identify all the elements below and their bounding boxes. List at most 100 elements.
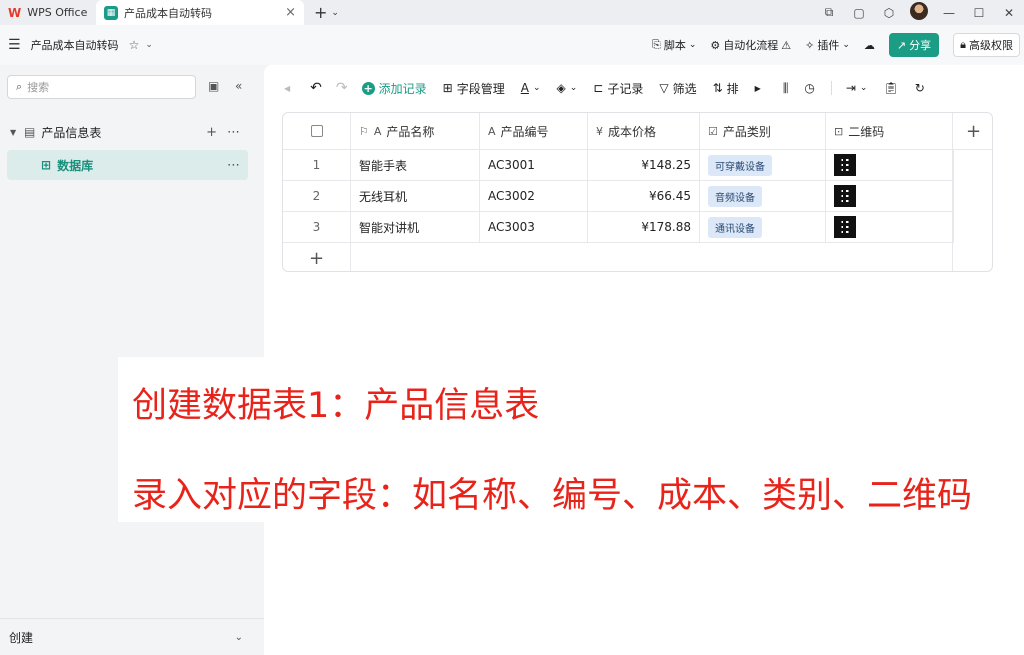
row-index: 3: [283, 212, 351, 243]
more-toolbar-arrow-icon[interactable]: ▶: [755, 84, 761, 93]
plugin-icon: ✧: [805, 38, 815, 52]
chevron-down-icon: ⌄: [842, 40, 850, 50]
add-row-button[interactable]: +: [283, 243, 351, 271]
add-row-bar: +: [283, 243, 992, 271]
row-index: 2: [283, 181, 351, 212]
chevron-down-icon[interactable]: ⌄: [145, 40, 153, 50]
category-tag: 可穿戴设备: [708, 154, 772, 176]
toolbar-divider: [830, 81, 832, 95]
sort-button[interactable]: ⇅ 排: [713, 80, 739, 97]
export-button[interactable]: ⇥ ⌄: [846, 81, 868, 95]
document-title[interactable]: 产品成本自动转码: [31, 37, 119, 53]
sort-label: 排: [726, 81, 739, 96]
layout-icon[interactable]: ▢: [844, 6, 874, 20]
fill-color-button[interactable]: ◈ ⌄: [556, 81, 577, 95]
refresh-icon[interactable]: ↻: [915, 81, 925, 95]
cell-category[interactable]: 音频设备: [700, 181, 826, 212]
redo-icon[interactable]: ↷: [336, 80, 348, 96]
history-icon[interactable]: ◷: [804, 81, 814, 95]
double-chevron-left-icon[interactable]: «: [235, 79, 242, 93]
more-icon[interactable]: ⋯: [227, 158, 240, 173]
cell-code[interactable]: AC3002: [480, 181, 588, 212]
text-color-button[interactable]: A ⌄: [521, 81, 541, 95]
hamburger-menu-icon[interactable]: ☰: [8, 37, 21, 53]
cell-price[interactable]: ¥66.45: [588, 181, 700, 212]
cell-code[interactable]: AC3003: [480, 212, 588, 243]
column-header-qrcode[interactable]: ⊡ 二维码: [826, 113, 953, 150]
search-icon: ⌕: [16, 80, 23, 93]
collapse-panel-icon[interactable]: ▣: [208, 79, 219, 93]
cell-qrcode[interactable]: [826, 212, 953, 243]
new-tab-button[interactable]: + ⌄: [314, 0, 339, 25]
share-label: 分享: [909, 39, 932, 52]
tab-document[interactable]: ▦ 产品成本自动转码 ×: [96, 0, 304, 25]
clipboard-icon[interactable]: 📋︎: [883, 81, 898, 95]
cell-qrcode[interactable]: [826, 181, 953, 212]
robot-icon: ⚙: [710, 38, 721, 52]
close-window-icon[interactable]: ✕: [994, 6, 1024, 20]
table-row[interactable]: 2 无线耳机 AC3002 ¥66.45 音频设备: [283, 181, 992, 212]
chevron-down-icon: ⌄: [234, 631, 243, 643]
search-placeholder: 搜索: [27, 81, 50, 94]
create-button[interactable]: 创建 ⌄: [0, 618, 264, 655]
table-row[interactable]: 3 智能对讲机 AC3003 ¥178.88 通讯设备: [283, 212, 992, 243]
add-column-button[interactable]: +: [953, 113, 992, 150]
script-button[interactable]: ⎘ 脚本 ⌄: [652, 37, 696, 53]
add-record-button[interactable]: + 添加记录: [361, 80, 427, 97]
user-avatar[interactable]: [904, 2, 934, 23]
cell-name[interactable]: 智能手表: [351, 150, 480, 181]
cell-name[interactable]: 无线耳机: [351, 181, 480, 212]
sidebar-item-product-table[interactable]: ▼ ▤ 产品信息表 + ⋯: [7, 117, 248, 147]
filter-label: 筛选: [672, 81, 697, 96]
text-field-icon: A: [373, 124, 382, 138]
minimize-icon[interactable]: —: [934, 6, 964, 20]
fields-icon: ⊞: [442, 81, 453, 95]
collapse-arrow-icon[interactable]: ◀: [284, 84, 290, 93]
automation-button[interactable]: ⚙ 自动化流程 ⚠: [710, 37, 791, 53]
select-all-checkbox[interactable]: [283, 113, 351, 150]
close-tab-icon[interactable]: ×: [285, 5, 296, 20]
search-input[interactable]: ⌕ 搜索: [7, 75, 196, 99]
maximize-icon[interactable]: ☐: [964, 6, 994, 20]
tab-wps-home[interactable]: W WPS Office: [0, 0, 96, 25]
cell-price[interactable]: ¥148.25: [588, 150, 700, 181]
undo-icon[interactable]: ↶: [310, 80, 322, 96]
plugins-button[interactable]: ✧ 插件 ⌄: [805, 37, 850, 53]
cell-qrcode[interactable]: [826, 150, 953, 181]
column-header-category[interactable]: ☑ 产品类别: [700, 113, 826, 150]
star-icon[interactable]: ☆: [129, 38, 140, 52]
more-icon[interactable]: ⋯: [227, 125, 240, 140]
table-row[interactable]: 1 智能手表 AC3001 ¥148.25 可穿戴设备: [283, 150, 992, 181]
cell-price[interactable]: ¥178.88: [588, 212, 700, 243]
plugins-label: 插件: [817, 39, 840, 52]
filter-button[interactable]: ▽ 筛选: [659, 80, 696, 97]
row-index: 1: [283, 150, 351, 181]
cell-category[interactable]: 通讯设备: [700, 212, 826, 243]
field-manage-button[interactable]: ⊞ 字段管理: [443, 80, 505, 97]
column-header-price[interactable]: ¥ 成本价格: [588, 113, 700, 150]
column-label: 产品名称: [386, 124, 435, 139]
share-button[interactable]: ↗ 分享: [888, 33, 940, 57]
caret-down-icon[interactable]: ▼: [10, 128, 20, 137]
cell-category[interactable]: 可穿戴设备: [700, 150, 826, 181]
document-bar: ☰ 产品成本自动转码 ☆ ⌄ ⎘ 脚本 ⌄ ⚙ 自动化流程 ⚠ ✧ 插件 ⌄ ☁…: [0, 25, 1024, 65]
screenshot-icon[interactable]: ⧉: [814, 5, 844, 20]
cloud-sync-icon[interactable]: ☁: [864, 39, 875, 52]
cell-code[interactable]: AC3001: [480, 150, 588, 181]
title-bar: W WPS Office ▦ 产品成本自动转码 × + ⌄ ⧉ ▢ ⬡ — ☐ …: [0, 0, 1024, 25]
cell-name[interactable]: 智能对讲机: [351, 212, 480, 243]
permissions-button[interactable]: 🔒︎ 高级权限: [953, 33, 1020, 57]
qr-code-image: [834, 154, 856, 176]
sidebar-item-database[interactable]: ⊞ 数据库 ⋯: [7, 150, 248, 180]
cube-icon[interactable]: ⬡: [874, 6, 904, 20]
column-header-code[interactable]: A 产品编号: [480, 113, 588, 150]
column-header-name[interactable]: ⚐ A 产品名称: [351, 113, 480, 150]
row-height-icon[interactable]: ⫼: [783, 81, 789, 96]
add-row-empty-area[interactable]: [351, 243, 953, 271]
chevron-down-icon: ⌄: [688, 40, 697, 50]
data-grid: ⚐ A 产品名称 A 产品编号 ¥ 成本价格 ☑ 产品类别 ⊡ 二维码 + 1 …: [282, 112, 993, 272]
sub-record-button[interactable]: ⊏ 子记录: [593, 80, 643, 97]
add-icon[interactable]: +: [206, 125, 217, 140]
table-doc-icon: ▦: [104, 5, 118, 20]
column-label: 成本价格: [608, 124, 657, 139]
